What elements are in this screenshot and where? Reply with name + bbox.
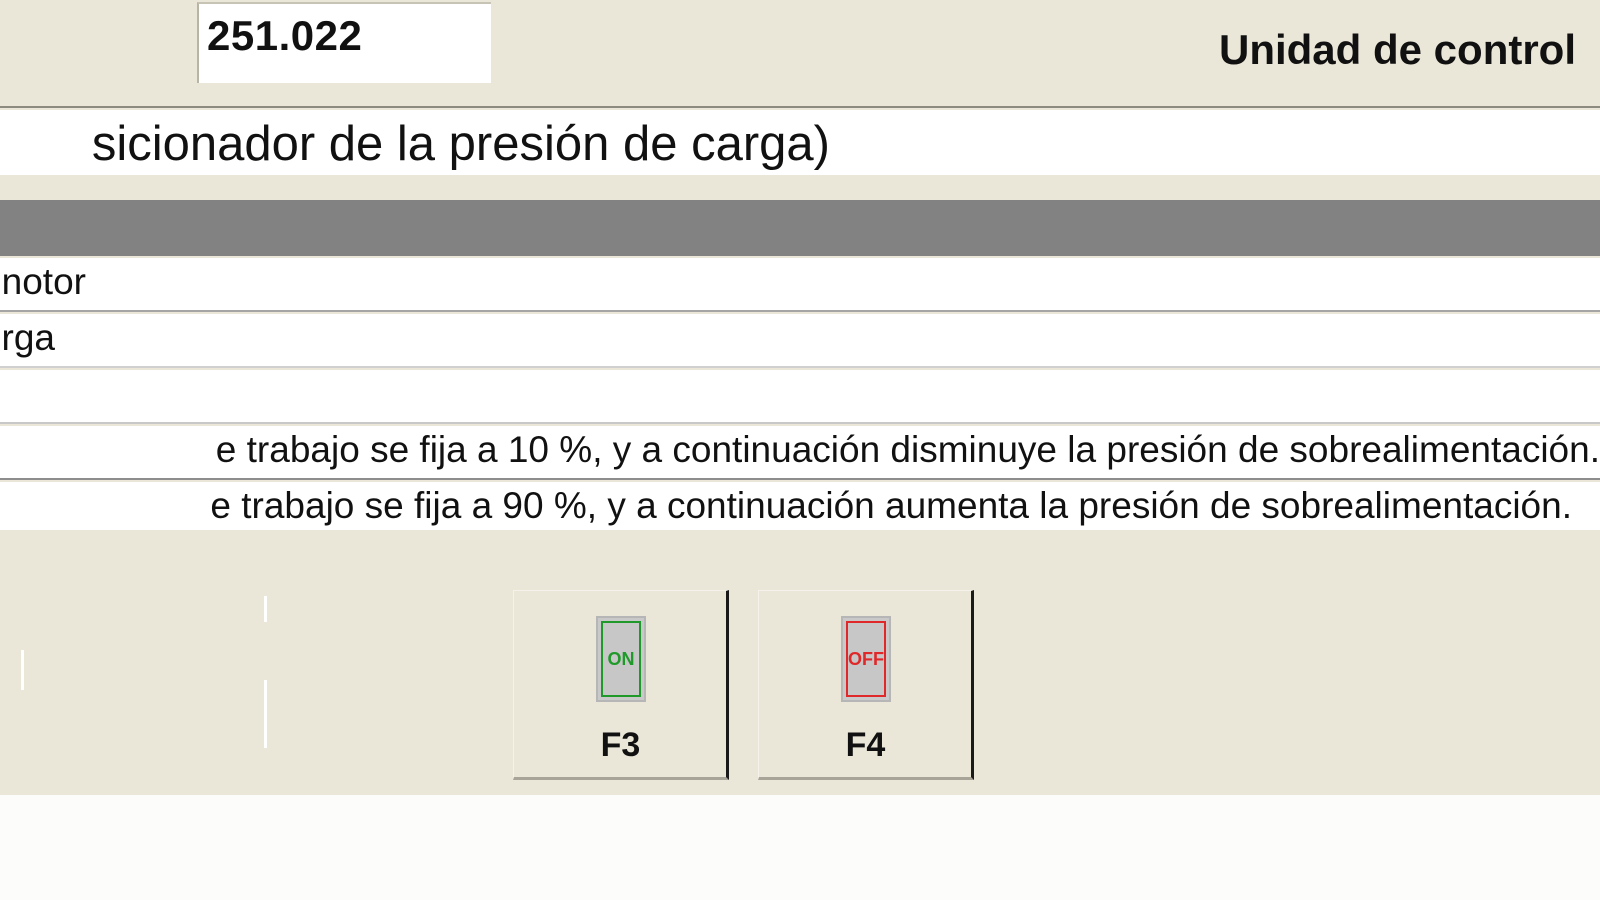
f3-key-label: F3: [600, 726, 641, 764]
main-panel: 251.022 Unidad de control sicionador de …: [0, 0, 1600, 795]
table-cell: e trabajo se fija a 90 %, y a continuaci…: [210, 485, 1572, 526]
control-unit-label: Unidad de control: [1219, 26, 1576, 73]
diagnostic-window: 251.022 Unidad de control sicionador de …: [0, 0, 1600, 900]
page-title: sicionador de la presión de carga): [91, 117, 830, 171]
table-cell: notor: [1, 261, 86, 302]
table-row: e trabajo se fija a 90 %, y a continuaci…: [0, 482, 1600, 530]
f4-key-label: F4: [845, 726, 886, 764]
header-divider: [0, 106, 1600, 108]
switch-on-icon-text: ON: [601, 621, 641, 697]
table-cell: rga: [1, 317, 55, 358]
render-artifact: [21, 650, 24, 690]
table-row: e trabajo se fija a 10 %, y a continuaci…: [0, 426, 1600, 480]
table-header-bar: [0, 200, 1600, 256]
table-cell: e trabajo se fija a 10 %, y a continuaci…: [215, 429, 1600, 470]
code-value-field[interactable]: 251.022: [197, 2, 491, 83]
render-artifact: [264, 596, 267, 622]
title-row: sicionador de la presión de carga): [0, 110, 1600, 175]
table-row: [0, 370, 1600, 424]
render-artifact: [264, 680, 267, 748]
table-row: rga: [0, 314, 1600, 368]
switch-on-icon: ON: [596, 616, 646, 702]
f4-off-button[interactable]: OFF F4: [758, 590, 974, 780]
switch-off-icon-text: OFF: [846, 621, 886, 697]
f3-on-button[interactable]: ON F3: [513, 590, 729, 780]
table-row: notor: [0, 258, 1600, 312]
switch-off-icon: OFF: [841, 616, 891, 702]
